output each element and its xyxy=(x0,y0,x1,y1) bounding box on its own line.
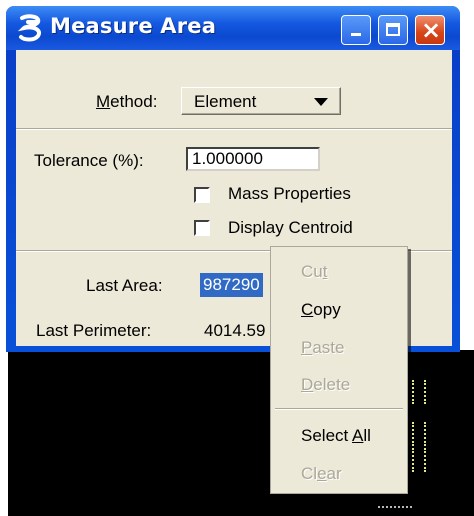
method-label: Method: xyxy=(96,92,157,112)
display-centroid-checkbox[interactable] xyxy=(194,220,210,236)
menu-item-copy[interactable]: Copy xyxy=(271,299,407,321)
last-perimeter-value[interactable]: 4014.59 xyxy=(204,321,265,341)
menu-item-delete-mnemonic: D xyxy=(301,375,314,394)
menu-item-clear[interactable]: Clear xyxy=(271,463,407,485)
minimize-button[interactable] xyxy=(341,15,371,45)
window-title: Measure Area xyxy=(50,14,217,38)
menu-item-delete-text: elete xyxy=(313,375,351,394)
last-area-label: Last Area: xyxy=(86,276,163,295)
mass-properties-label: Mass Properties xyxy=(228,184,351,203)
close-icon: × xyxy=(421,16,442,44)
tolerance-label: Tolerance (%): xyxy=(34,151,144,170)
method-selected-value: Element xyxy=(194,92,257,111)
dropdown-arrow-icon xyxy=(314,98,328,106)
maximize-button[interactable] xyxy=(378,15,408,45)
method-label-rest: ethod: xyxy=(110,92,158,111)
menu-item-cut-mnemonic: t xyxy=(322,262,328,281)
menu-item-clear-text-end: ar xyxy=(326,464,342,483)
menu-item-paste[interactable]: Paste xyxy=(271,337,407,359)
menu-item-delete[interactable]: Delete xyxy=(271,374,407,396)
method-dropdown[interactable]: Element xyxy=(181,87,341,115)
last-perimeter-label: Last Perimeter: xyxy=(36,321,152,340)
minimize-icon xyxy=(351,33,361,36)
menu-item-paste-mnemonic: P xyxy=(301,338,313,357)
menu-item-select-all-text: Select xyxy=(301,426,353,445)
menu-item-clear-text: Cl xyxy=(301,464,318,483)
drawing-element-mark xyxy=(412,448,426,472)
menu-item-select-all-mnemonic: A xyxy=(352,426,364,445)
mass-properties-checkbox[interactable] xyxy=(194,187,210,203)
menu-item-copy-text: opy xyxy=(313,300,341,319)
drawing-element-mark xyxy=(412,380,426,404)
menu-item-cut[interactable]: Cut xyxy=(271,261,407,283)
method-label-mnemonic: M xyxy=(96,92,111,111)
menu-item-paste-text: aste xyxy=(312,338,345,357)
display-centroid-label: Display Centroid xyxy=(228,218,353,237)
menu-item-clear-mnemonic: e xyxy=(317,464,327,483)
last-area-value[interactable]: 987290 xyxy=(200,273,263,297)
menu-item-copy-mnemonic: C xyxy=(301,300,314,319)
menu-item-select-all[interactable]: Select All xyxy=(271,425,407,447)
title-bar[interactable]: Measure Area × xyxy=(6,6,460,50)
maximize-icon xyxy=(386,23,400,36)
drawing-element-mark xyxy=(412,422,426,446)
close-button[interactable]: × xyxy=(415,15,445,45)
tolerance-input[interactable] xyxy=(186,147,320,171)
menu-item-select-all-text-end: ll xyxy=(363,426,371,445)
menu-item-cut-text: Cu xyxy=(301,262,323,281)
divider xyxy=(16,128,452,130)
context-menu: Cut Copy Paste Delete Select All Clear xyxy=(270,246,408,494)
microstation-b-icon xyxy=(18,14,41,42)
drawing-line-bottom xyxy=(378,506,412,512)
menu-separator xyxy=(275,408,403,410)
